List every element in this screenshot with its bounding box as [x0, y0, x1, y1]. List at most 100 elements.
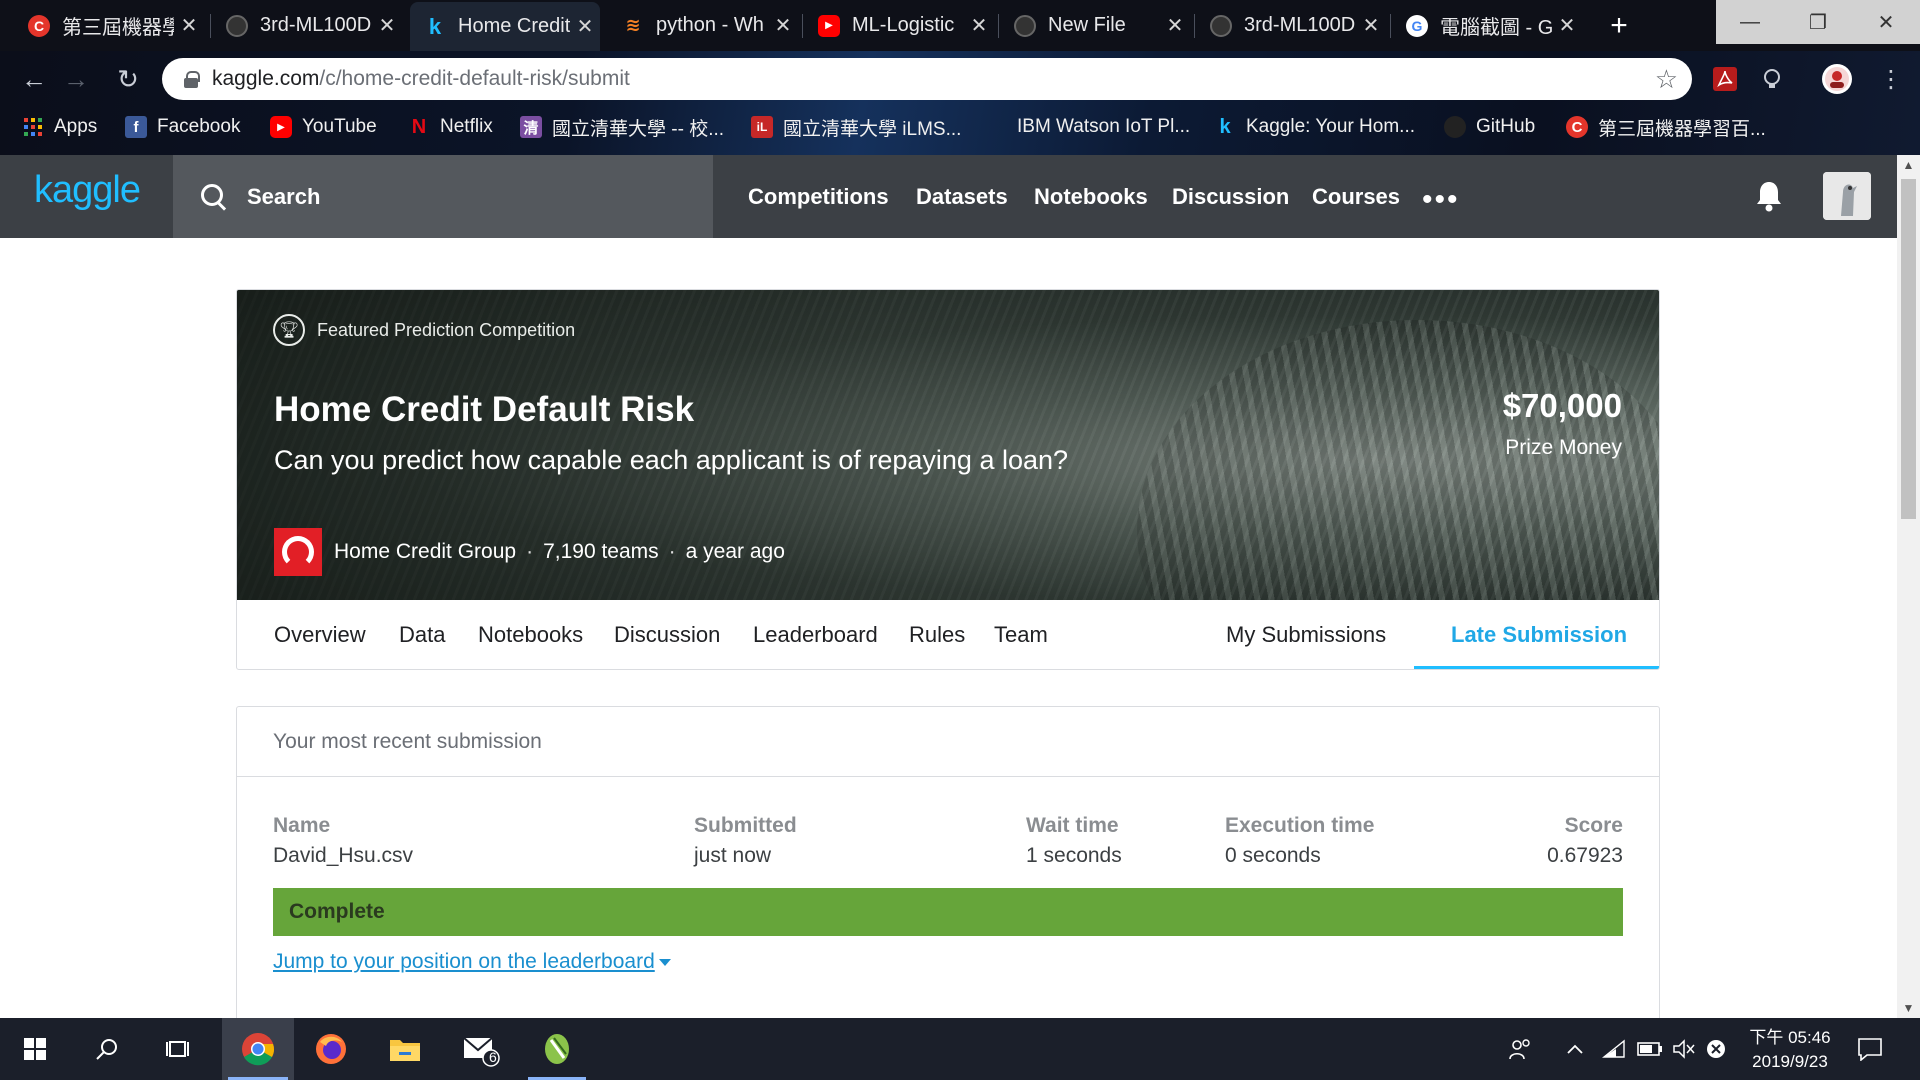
submission-status-bar: Complete: [273, 888, 1623, 936]
tab-notebooks[interactable]: Notebooks: [478, 600, 583, 669]
kaggle-search-bar[interactable]: Search: [173, 155, 713, 238]
people-icon[interactable]: [1500, 1018, 1540, 1080]
bookmark-netflix[interactable]: N Netflix: [408, 107, 493, 147]
tab-data[interactable]: Data: [399, 600, 445, 669]
home-credit-logo-icon[interactable]: [274, 528, 322, 576]
nav-notebooks[interactable]: Notebooks: [1034, 155, 1148, 238]
close-tab-icon[interactable]: ✕: [174, 13, 204, 38]
new-tab-button[interactable]: +: [1604, 6, 1634, 46]
browser-tab[interactable]: 3rd-ML100D ✕: [1196, 4, 1386, 47]
nav-datasets[interactable]: Datasets: [916, 155, 1008, 238]
lightbulb-extension-icon[interactable]: [1757, 64, 1787, 94]
tab-rules[interactable]: Rules: [909, 600, 965, 669]
browser-tab[interactable]: 3rd-ML100D ✕: [212, 4, 402, 47]
battery-icon[interactable]: [1634, 1018, 1666, 1080]
url-text: kaggle.com/c/home-credit-default-risk/su…: [212, 67, 1655, 91]
jump-link-label: Jump to your position on the leaderboard: [273, 950, 655, 973]
notifications-bell-icon[interactable]: [1754, 179, 1784, 213]
kaggle-icon: k: [1219, 115, 1231, 138]
scroll-down-arrow-icon[interactable]: ▼: [1897, 998, 1920, 1018]
firefox-taskbar-icon[interactable]: [296, 1018, 366, 1080]
google-icon: G: [1406, 14, 1428, 37]
jump-to-leaderboard-link[interactable]: Jump to your position on the leaderboard: [273, 950, 671, 974]
close-tab-icon[interactable]: ✕: [964, 13, 994, 38]
reload-button[interactable]: ↻: [110, 61, 146, 97]
acrobat-extension-icon[interactable]: [1710, 64, 1740, 94]
windows-start-icon[interactable]: [0, 1018, 70, 1080]
bookmark-apps[interactable]: Apps: [22, 107, 97, 147]
close-tab-icon[interactable]: ✕: [1356, 13, 1386, 38]
action-center-icon[interactable]: [1850, 1018, 1890, 1080]
host-name[interactable]: Home Credit Group: [334, 540, 516, 564]
file-explorer-icon[interactable]: [370, 1018, 440, 1080]
bookmark-youtube[interactable]: ▶ YouTube: [270, 107, 377, 147]
bookmark-ilms[interactable]: iL 國立清華大學 iLMS...: [751, 107, 961, 147]
nav-courses[interactable]: Courses: [1312, 155, 1400, 238]
bookmark-facebook[interactable]: f Facebook: [125, 107, 240, 147]
taskbar-search-icon[interactable]: [72, 1018, 142, 1080]
notepad-plus-taskbar-icon[interactable]: [522, 1018, 592, 1080]
bookmark-ibm[interactable]: IBM Watson IoT Pl...: [985, 107, 1190, 147]
browser-tab[interactable]: C 第三屆機器學 ✕: [14, 4, 204, 47]
page-scrollbar[interactable]: ▲ ▼: [1897, 155, 1920, 1018]
tab-separator: [998, 14, 999, 38]
browser-tab-active[interactable]: k Home Credit ✕: [410, 2, 600, 51]
tab-overview[interactable]: Overview: [274, 600, 366, 669]
tab-late-submission[interactable]: Late Submission: [1451, 600, 1627, 669]
bookmark-label: Apps: [54, 116, 98, 137]
bookmark-label: 國立清華大學 iLMS...: [783, 118, 962, 140]
nav-competitions[interactable]: Competitions: [748, 155, 889, 238]
address-bar[interactable]: kaggle.com/c/home-credit-default-risk/su…: [162, 58, 1692, 100]
forward-button[interactable]: →: [58, 61, 94, 97]
scroll-up-arrow-icon[interactable]: ▲: [1897, 155, 1920, 175]
close-tab-icon[interactable]: ✕: [1160, 13, 1190, 38]
close-tab-icon[interactable]: ✕: [768, 13, 798, 38]
bookmarks-bar: Apps f Facebook ▶ YouTube N Netflix 清 國立…: [0, 107, 1920, 147]
window-close-button[interactable]: ✕: [1852, 0, 1920, 44]
close-tab-icon[interactable]: ✕: [570, 14, 600, 39]
bookmark-star-icon[interactable]: ☆: [1655, 64, 1678, 95]
ml100-red-icon: C: [1566, 116, 1588, 138]
browser-tab[interactable]: ▶ ML-Logistic ✕: [804, 4, 994, 47]
user-avatar[interactable]: [1823, 172, 1871, 220]
tab-team[interactable]: Team: [994, 600, 1048, 669]
prize-label: Prize Money: [1505, 436, 1622, 459]
separator-dot: ·: [668, 540, 676, 563]
scrollbar-thumb[interactable]: [1901, 179, 1916, 519]
tab-leaderboard[interactable]: Leaderboard: [753, 600, 878, 669]
do-not-disturb-icon[interactable]: [1700, 1018, 1732, 1080]
facebook-icon: f: [125, 116, 147, 138]
nav-discussion[interactable]: Discussion: [1172, 155, 1289, 238]
tab-my-submissions[interactable]: My Submissions: [1226, 600, 1386, 669]
bookmark-nthu[interactable]: 清 國立清華大學 -- 校...: [520, 107, 724, 147]
window-minimize-button[interactable]: —: [1716, 0, 1784, 44]
system-clock[interactable]: 下午 05:46 2019/9/23: [1730, 1026, 1850, 1074]
back-button[interactable]: ←: [16, 61, 52, 97]
chrome-taskbar-icon[interactable]: [222, 1018, 294, 1080]
close-tab-icon[interactable]: ✕: [1552, 13, 1582, 38]
netflix-icon: N: [411, 115, 427, 138]
more-menu-icon[interactable]: •••: [1422, 183, 1460, 217]
task-view-icon[interactable]: [144, 1018, 214, 1080]
tab-discussion[interactable]: Discussion: [614, 600, 720, 669]
browser-tab[interactable]: New File ✕: [1000, 4, 1190, 47]
browser-tab[interactable]: G 電腦截圖 - G ✕: [1392, 4, 1582, 47]
window-restore-button[interactable]: ❐: [1784, 0, 1852, 44]
bookmark-github[interactable]: GitHub: [1444, 107, 1535, 147]
profile-avatar-icon[interactable]: [1822, 64, 1852, 94]
kaggle-logo[interactable]: kaggle: [34, 169, 141, 212]
tab-title: Home Credit: [458, 15, 570, 37]
submission-wait-time: 1 seconds: [1026, 844, 1122, 867]
close-tab-icon[interactable]: ✕: [372, 13, 402, 38]
show-hidden-icons-chevron-icon[interactable]: [1560, 1018, 1590, 1080]
wifi-icon[interactable]: [1598, 1018, 1630, 1080]
volume-muted-icon[interactable]: [1668, 1018, 1700, 1080]
bookmark-ml100[interactable]: C 第三屆機器學習百...: [1566, 107, 1766, 147]
bookmark-label: 第三屆機器學習百...: [1598, 118, 1766, 140]
browser-menu-icon[interactable]: ⋮: [1876, 64, 1906, 94]
mail-icon[interactable]: 6: [446, 1018, 516, 1080]
browser-tab-strip: C 第三屆機器學 ✕ 3rd-ML100D ✕ k Home Credit ✕ …: [0, 0, 1920, 51]
team-count: 7,190 teams: [543, 540, 659, 563]
bookmark-kaggle[interactable]: k Kaggle: Your Hom...: [1214, 107, 1415, 147]
browser-tab[interactable]: ≋ python - Wh ✕: [608, 4, 798, 47]
